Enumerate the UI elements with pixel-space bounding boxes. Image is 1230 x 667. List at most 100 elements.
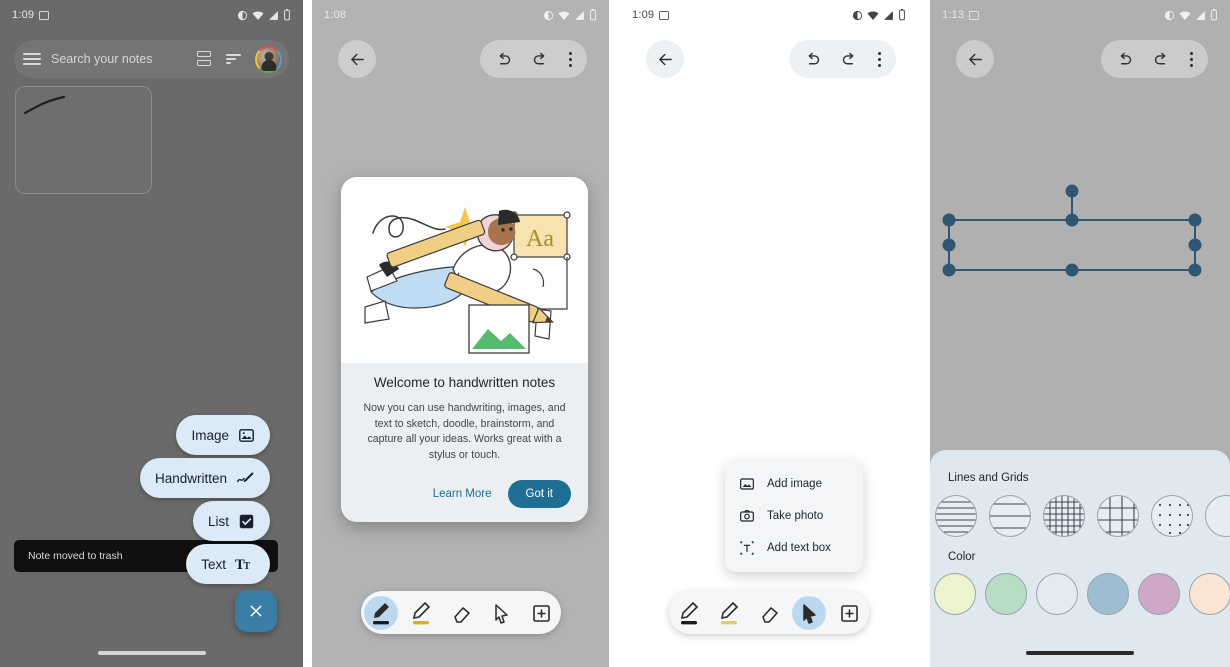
rotate-handle: [1065, 184, 1079, 198]
status-bar: 1:09: [620, 0, 918, 30]
highlighter-tool[interactable]: [404, 596, 438, 630]
back-arrow-icon: [350, 53, 364, 65]
pattern-dotted[interactable]: [1151, 495, 1193, 537]
battery-icon: [1211, 9, 1217, 21]
menu-item-add-text-box[interactable]: Add text box: [725, 532, 863, 564]
select-tool[interactable]: [484, 596, 518, 630]
undo-icon[interactable]: [1116, 51, 1133, 68]
add-tool[interactable]: [524, 596, 558, 630]
selection-handles[interactable]: [930, 175, 1230, 295]
got-it-button[interactable]: Got it: [507, 479, 571, 508]
color-list: [930, 563, 1230, 615]
overflow-menu-icon[interactable]: [569, 51, 572, 67]
handle-top-left: [942, 213, 956, 227]
back-button[interactable]: [338, 40, 376, 78]
camera-icon: [740, 510, 754, 522]
redo-icon[interactable]: [1153, 51, 1170, 68]
eraser-tool[interactable]: [444, 596, 478, 630]
color-swatch-yellow-green[interactable]: [934, 573, 976, 615]
fab-item-label: List: [207, 513, 229, 529]
status-bar: 1:08: [312, 0, 609, 30]
svg-text:T: T: [243, 561, 250, 572]
select-tool[interactable]: [792, 595, 826, 630]
phone-panel-add-menu: 1:09 Add image Take photo Add text box: [620, 0, 918, 667]
overflow-menu-icon[interactable]: [1190, 51, 1193, 67]
search-bar[interactable]: Search your notes: [14, 40, 289, 78]
pattern-blank[interactable]: [1205, 495, 1230, 537]
lines-and-grids-label: Lines and Grids: [948, 472, 1029, 484]
menu-item-take-photo[interactable]: Take photo: [725, 500, 863, 532]
pen-tool[interactable]: [363, 595, 398, 630]
note-card[interactable]: [15, 86, 152, 194]
fab-item-label: Text: [201, 556, 226, 572]
back-button[interactable]: [646, 40, 684, 78]
highlighter-tool[interactable]: [712, 596, 746, 630]
fab-close-button[interactable]: [235, 590, 277, 632]
fab-item-list[interactable]: List: [192, 501, 270, 541]
signal-icon: [575, 10, 584, 20]
handwriting-pen-icon: [236, 471, 254, 482]
pattern-fine-grid[interactable]: [1043, 495, 1085, 537]
phone-panel-welcome-dialog: 1:08 Aa Welcome to handwritten notes Now…: [312, 0, 609, 667]
add-context-menu: Add image Take photo Add text box: [725, 460, 863, 572]
menu-item-label: Add text box: [767, 542, 831, 554]
pattern-wide-ruled[interactable]: [989, 495, 1031, 537]
sort-icon[interactable]: [225, 50, 243, 68]
editor-app-bar: [312, 40, 609, 78]
redo-icon[interactable]: [532, 51, 549, 68]
overflow-menu-icon[interactable]: [878, 51, 881, 67]
editor-app-bar: [620, 40, 918, 78]
menu-item-add-image[interactable]: Add image: [725, 468, 863, 500]
color-swatch-mauve[interactable]: [1138, 573, 1180, 615]
editor-app-bar: [930, 40, 1230, 78]
text-box-icon: [740, 541, 754, 555]
select-cursor-icon: [494, 603, 508, 624]
search-input-placeholder[interactable]: Search your notes: [51, 52, 185, 66]
dnd-icon: [1164, 10, 1175, 20]
wifi-icon: [252, 10, 264, 20]
illustration-text: Aa: [526, 226, 554, 252]
fab-item-text[interactable]: Text T T: [186, 544, 270, 584]
highlighter-icon: [720, 601, 739, 619]
pen-tool[interactable]: [672, 596, 706, 630]
handwritten-stroke: [23, 95, 66, 115]
color-swatch-mint[interactable]: [985, 573, 1027, 615]
highlighter-color-swatch: [412, 620, 429, 624]
eraser-icon: [762, 606, 778, 623]
redo-icon[interactable]: [841, 51, 858, 68]
dnd-icon: [543, 10, 554, 20]
view-toggle-icon[interactable]: [195, 50, 213, 68]
screenshot-icon: [659, 10, 670, 20]
back-button[interactable]: [956, 40, 994, 78]
learn-more-link[interactable]: Learn More: [433, 488, 492, 500]
pattern-large-grid[interactable]: [1097, 495, 1139, 537]
color-swatch-pale-blue[interactable]: [1036, 573, 1078, 615]
signal-icon: [269, 10, 278, 20]
fab-item-image[interactable]: Image: [176, 415, 270, 455]
undo-icon[interactable]: [804, 51, 821, 68]
back-arrow-icon: [968, 53, 982, 65]
dialog-description: Now you can use handwriting, images, and…: [363, 402, 566, 462]
handle-middle-right: [1188, 238, 1202, 252]
drawing-toolbar: [360, 591, 561, 634]
add-box-icon: [532, 604, 550, 622]
pattern-narrow-ruled[interactable]: [935, 495, 977, 537]
fab-item-handwritten[interactable]: Handwritten: [139, 458, 270, 498]
eraser-tool[interactable]: [752, 596, 786, 630]
color-swatch-blue[interactable]: [1087, 573, 1129, 615]
wifi-icon: [867, 10, 879, 20]
hamburger-menu-icon[interactable]: [23, 50, 41, 68]
undo-icon[interactable]: [495, 51, 512, 68]
home-indicator: [1026, 651, 1134, 655]
editor-actions: [1101, 40, 1208, 78]
color-swatch-peach[interactable]: [1189, 573, 1230, 615]
image-icon: [740, 478, 754, 490]
person-with-pencil-illustration: Aa: [341, 177, 588, 363]
status-bar: 1:13: [930, 0, 1230, 30]
checkbox-icon: [239, 514, 254, 528]
eraser-icon: [453, 606, 470, 623]
account-avatar[interactable]: [255, 45, 282, 73]
dialog-title: Welcome to handwritten notes: [373, 375, 556, 390]
battery-icon: [899, 9, 905, 21]
add-tool[interactable]: [832, 596, 866, 630]
